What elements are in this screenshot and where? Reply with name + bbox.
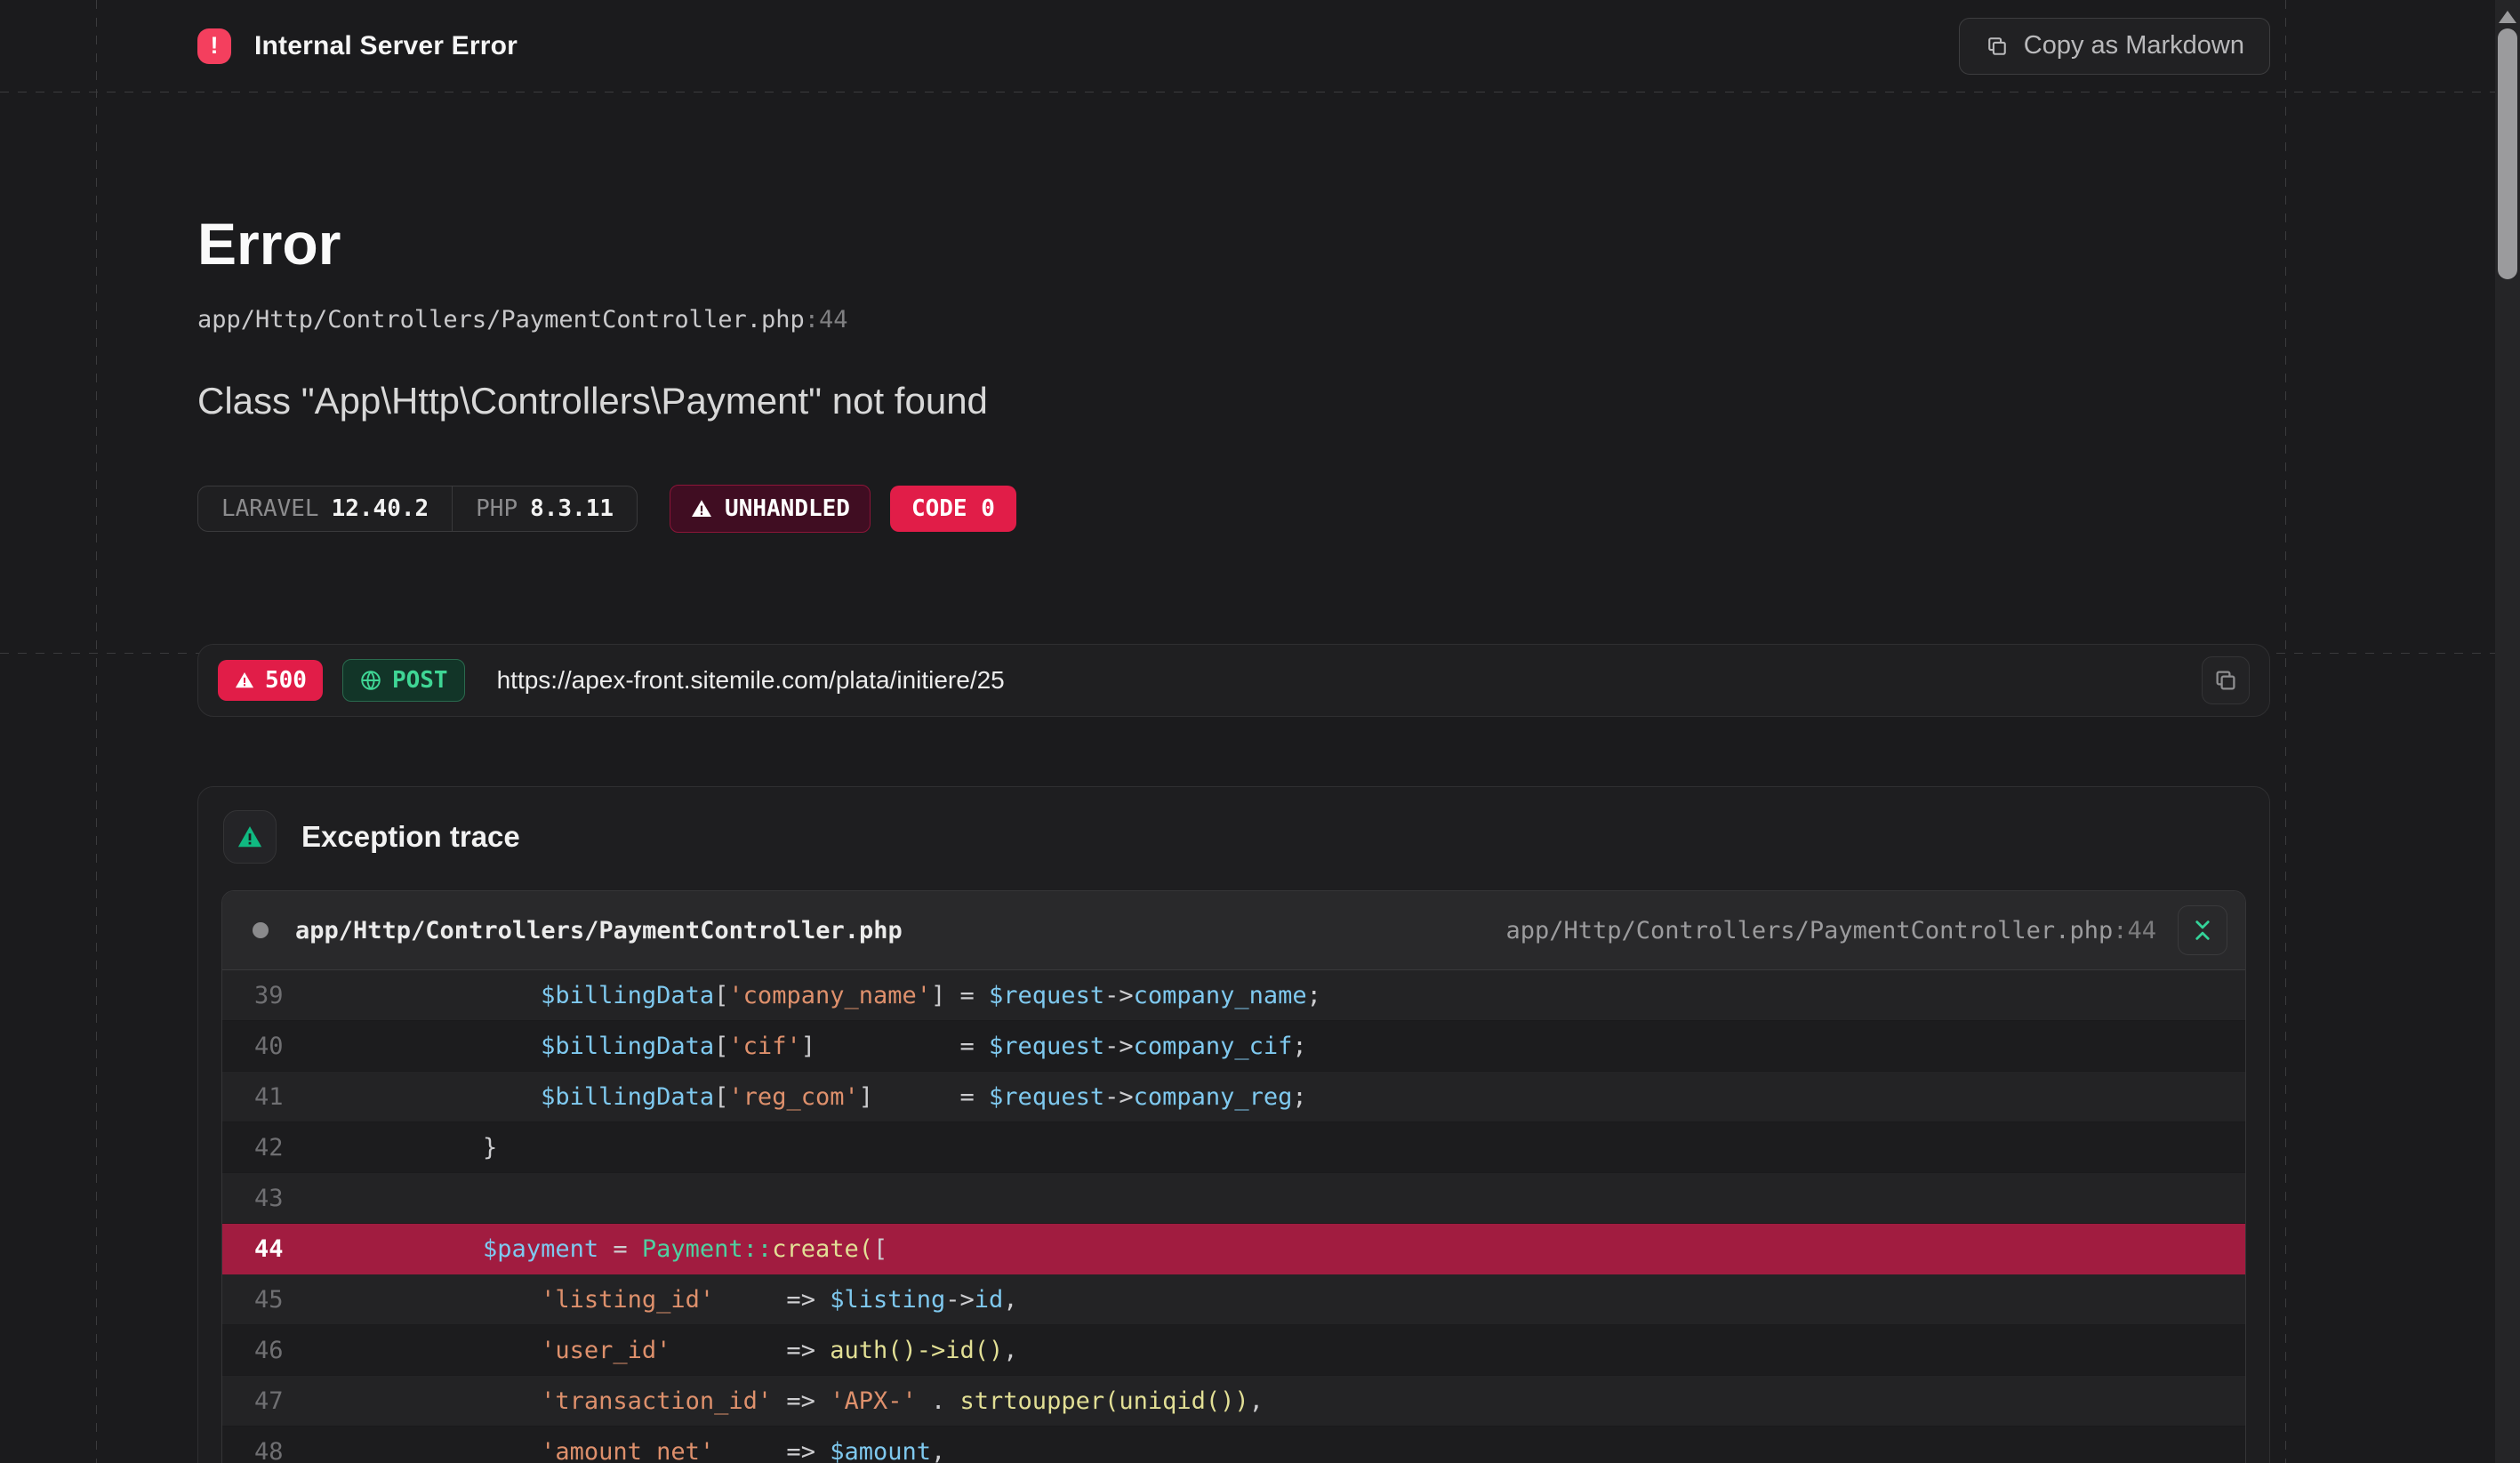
version-badge: LARAVEL 12.40.2 PHP 8.3.11 [197, 486, 638, 532]
code-text: $billingData['cif'] = $request->company_… [367, 1033, 1307, 1060]
line-number: 39 [222, 982, 334, 1009]
file-path: app/Http/Controllers/PaymentController.p… [197, 306, 805, 334]
line-number: 42 [222, 1134, 334, 1162]
unhandled-label: UNHANDLED [725, 495, 850, 522]
code-line: 39 $billingData['company_name'] = $reque… [222, 970, 2245, 1021]
code-text: } [367, 1134, 497, 1162]
code-lines: 39 $billingData['company_name'] = $reque… [222, 970, 2245, 1463]
warning-triangle-icon [234, 671, 255, 690]
grid-vline-right [2285, 0, 2286, 1463]
grid-vline-left [96, 0, 97, 1463]
code-zero-badge: CODE 0 [890, 486, 1016, 532]
exception-trace-title: Exception trace [301, 820, 520, 854]
laravel-label: LARAVEL [221, 495, 319, 522]
line-number: 48 [222, 1438, 334, 1463]
frame-location-path: app/Http/Controllers/PaymentController.p… [1505, 917, 2113, 945]
code-text: $billingData['reg_com'] = $request->comp… [367, 1083, 1307, 1111]
code-line: 45 'listing_id' => $listing->id, [222, 1274, 2245, 1325]
exception-trace-header: Exception trace [198, 787, 2269, 885]
status-500-badge: 500 [218, 660, 323, 701]
copy-as-markdown-button[interactable]: Copy as Markdown [1959, 18, 2270, 75]
code-line: 46 'user_id' => auth()->id(), [222, 1325, 2245, 1376]
php-version: 8.3.11 [530, 495, 614, 522]
line-number: 45 [222, 1286, 334, 1314]
line-number: 40 [222, 1033, 334, 1060]
trace-frame: app/Http/Controllers/PaymentController.p… [221, 890, 2246, 1463]
request-bar: 500 POST https://apex-front.sitemile.com… [197, 644, 2270, 717]
copy-icon [1985, 34, 2010, 59]
php-label: PHP [476, 495, 518, 522]
line-number: 46 [222, 1337, 334, 1364]
request-url: https://apex-front.sitemile.com/plata/in… [497, 666, 1005, 695]
alert-icon: ! [197, 28, 231, 64]
code-text: 'user_id' => auth()->id(), [367, 1337, 1018, 1364]
line-number: 44 [222, 1235, 334, 1263]
frame-header-right: app/Http/Controllers/PaymentController.p… [1505, 905, 2227, 955]
method-badge: POST [342, 659, 465, 702]
code-line: 44 $payment = Payment::create([ [222, 1224, 2245, 1274]
main-content: Error app/Http/Controllers/PaymentContro… [197, 212, 2270, 1463]
unhandled-badge: UNHANDLED [670, 485, 871, 533]
collapse-frame-button[interactable] [2178, 905, 2227, 955]
file-line-number: :44 [805, 306, 848, 334]
frame-location: app/Http/Controllers/PaymentController.p… [1505, 917, 2156, 945]
copy-as-markdown-label: Copy as Markdown [2024, 31, 2244, 60]
code-text: $billingData['company_name'] = $request-… [367, 982, 1321, 1009]
trace-frame-header: app/Http/Controllers/PaymentController.p… [222, 891, 2245, 970]
scrollbar-up-arrow[interactable] [2499, 11, 2516, 23]
frame-location-line: :44 [2113, 917, 2156, 945]
exception-warning-icon [223, 810, 277, 864]
copy-icon [2212, 667, 2239, 694]
exception-trace-card: Exception trace app/Http/Controllers/Pay… [197, 786, 2270, 1463]
code-line: 47 'transaction_id' => 'APX-' . strtoupp… [222, 1376, 2245, 1427]
code-text: 'listing_id' => $listing->id, [367, 1286, 1018, 1314]
copy-url-button[interactable] [2202, 656, 2250, 704]
method-label: POST [392, 667, 448, 694]
line-number: 43 [222, 1185, 334, 1212]
code-text: $payment = Payment::create([ [367, 1235, 887, 1263]
page-title: Internal Server Error [254, 31, 518, 61]
error-heading: Error [197, 212, 2270, 276]
error-file-path: app/Http/Controllers/PaymentController.p… [197, 306, 2270, 334]
chevrons-collapse-icon [2189, 917, 2216, 944]
code-line: 41 $billingData['reg_com'] = $request->c… [222, 1072, 2245, 1122]
code-line: 43 [222, 1173, 2245, 1224]
laravel-version-cell: LARAVEL 12.40.2 [198, 486, 452, 531]
line-number: 47 [222, 1387, 334, 1415]
top-bar: ! Internal Server Error Copy as Markdown [0, 0, 2520, 92]
error-message: Class "App\Http\Controllers\Payment" not… [197, 380, 2270, 422]
code-text: 'amount_net' => $amount, [367, 1438, 945, 1463]
code-line: 40 $billingData['cif'] = $request->compa… [222, 1021, 2245, 1072]
laravel-version: 12.40.2 [332, 495, 429, 522]
scrollbar-thumb[interactable] [2498, 28, 2517, 279]
php-version-cell: PHP 8.3.11 [452, 486, 637, 531]
code-text: 'transaction_id' => 'APX-' . strtoupper(… [367, 1387, 1264, 1415]
code-line: 48 'amount_net' => $amount, [222, 1427, 2245, 1463]
frame-dot-icon [253, 922, 269, 938]
line-number: 41 [222, 1083, 334, 1111]
warning-triangle-icon [690, 498, 713, 519]
error-page: ! Internal Server Error Copy as Markdown… [0, 0, 2520, 1463]
status-code: 500 [265, 667, 307, 694]
code-line: 42 } [222, 1122, 2245, 1173]
frame-file-path: app/Http/Controllers/PaymentController.p… [295, 917, 903, 945]
badge-row: LARAVEL 12.40.2 PHP 8.3.11 UNHANDLED COD… [197, 485, 2270, 533]
globe-icon [359, 669, 382, 692]
scrollbar[interactable] [2495, 0, 2520, 1463]
